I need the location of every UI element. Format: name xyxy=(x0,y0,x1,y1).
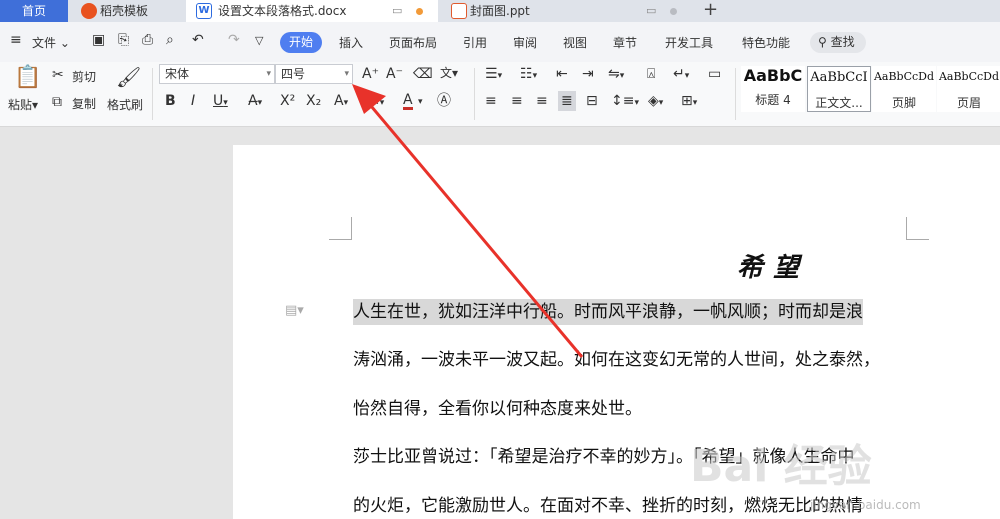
arrow-shaft xyxy=(364,99,584,358)
annotation-arrow xyxy=(352,84,584,358)
arrow-head xyxy=(352,84,386,114)
